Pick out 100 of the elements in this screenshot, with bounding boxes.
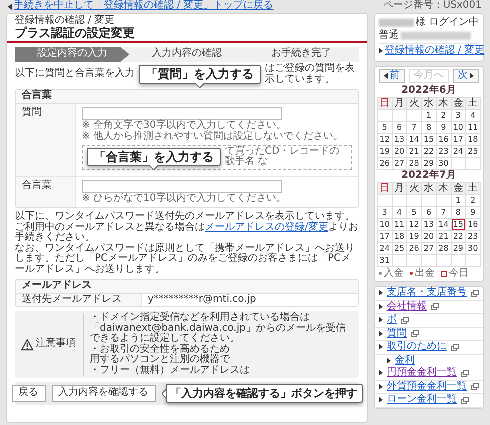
calendar-day[interactable]: 24: [452, 146, 466, 156]
month-title: 2022年7月: [400, 170, 458, 182]
confirm-button[interactable]: 入力内容を確認する: [52, 385, 156, 402]
previous-month-button[interactable]: 前: [379, 68, 405, 82]
sidebar-link[interactable]: 円預金金利一覧: [387, 368, 469, 378]
calendar-day[interactable]: 30: [436, 158, 451, 168]
right-arrow-icon: [470, 72, 474, 78]
triangle-icon: [379, 344, 383, 350]
sidebar-link[interactable]: 金利: [395, 356, 415, 366]
triangle-icon: [379, 48, 383, 54]
calendar-day[interactable]: 1: [452, 194, 466, 206]
calendar-day[interactable]: 17: [452, 134, 466, 144]
calendar-day[interactable]: 26: [378, 158, 392, 168]
calendar-day[interactable]: 22: [422, 146, 436, 156]
calendar-day[interactable]: 20: [392, 146, 406, 156]
weekday-header: 木: [436, 182, 451, 194]
weekday-header: 火: [407, 98, 422, 108]
calendar-day[interactable]: 19: [378, 146, 392, 156]
calendar-day[interactable]: 28: [407, 158, 422, 168]
sidebar-link[interactable]: 会社情報: [387, 302, 439, 312]
calendar-day[interactable]: 21: [407, 146, 422, 156]
calendar-day[interactable]: 5: [378, 122, 392, 132]
weekday-header: 木: [436, 98, 451, 108]
calendar-day[interactable]: 24: [378, 242, 392, 254]
calendar-day[interactable]: 4: [392, 206, 406, 218]
calendar-day[interactable]: 15: [452, 218, 466, 230]
calendar-day[interactable]: 11: [392, 218, 406, 230]
calendar-day[interactable]: 10: [378, 218, 392, 230]
calendar-day[interactable]: 3: [452, 110, 466, 120]
calendar-day[interactable]: 6: [422, 206, 436, 218]
triangle-icon: [8, 4, 12, 10]
triangle-icon: [379, 384, 383, 390]
callout: 「入力内容を確認する」ボタンを押す: [166, 384, 362, 404]
calendar-day[interactable]: 16: [436, 134, 451, 144]
calendar-day[interactable]: 25: [392, 242, 406, 254]
calendar-day[interactable]: 14: [436, 218, 451, 230]
calendar-day[interactable]: 23: [466, 230, 480, 242]
text-input-field[interactable]: [82, 180, 282, 193]
calendar-day[interactable]: 8: [452, 206, 466, 218]
calendar-day[interactable]: 18: [392, 230, 406, 242]
calendar-day[interactable]: 16: [466, 218, 480, 230]
step-indicator: 設定内容の入力: [15, 47, 130, 62]
text-input-field[interactable]: [82, 106, 282, 120]
calendar-day[interactable]: 29: [422, 158, 436, 168]
calendar-day[interactable]: 7: [407, 122, 422, 132]
calendar-day[interactable]: 13: [392, 134, 406, 144]
sidebar-link[interactable]: 支店名・支店番号: [387, 288, 479, 298]
calendar-day[interactable]: 19: [407, 230, 422, 242]
calendar-day[interactable]: 18: [466, 134, 480, 144]
calendar-day[interactable]: 12: [407, 218, 422, 230]
calendar-day[interactable]: 14: [407, 134, 422, 144]
calendar-day[interactable]: 8: [422, 122, 436, 132]
step-indicator: お手続き完了: [270, 47, 333, 62]
calendar-day[interactable]: 7: [436, 206, 451, 218]
calendar-day[interactable]: 6: [392, 122, 406, 132]
calendar-day[interactable]: 11: [466, 122, 480, 132]
weekday-header: 月: [392, 98, 406, 108]
email-note-paragraph: なお、ワンタイムパスワードは原則として「携帯メールアドレス」へお送りします。ただし「PCメールアドレス」のみをご登録のお客さまには「PCメールアドレス」へお送りします。: [15, 244, 356, 276]
calendar-day[interactable]: 5: [407, 206, 422, 218]
sidebar-link[interactable]: ローン金利一覧: [387, 395, 469, 406]
calendar-day[interactable]: 12: [378, 134, 392, 144]
calendar-day[interactable]: 30: [466, 242, 480, 254]
calendar-day[interactable]: 13: [422, 218, 436, 230]
back-link[interactable]: 手続きを中止して「登録情報の確認 / 変更」トップに戻る: [14, 1, 274, 12]
calendar-day[interactable]: 2: [466, 194, 480, 206]
calendar-day[interactable]: 2: [436, 110, 451, 120]
calendar-day[interactable]: 17: [378, 230, 392, 242]
login-status: 様 ログイン中: [416, 18, 479, 28]
calendar-day[interactable]: 26: [407, 242, 422, 254]
calendar-day[interactable]: 31: [378, 254, 392, 266]
calendar-day[interactable]: 1: [422, 110, 436, 120]
calendar-day[interactable]: 9: [436, 122, 451, 132]
calendar-day[interactable]: 20: [422, 230, 436, 242]
calendar-day[interactable]: 23: [436, 146, 451, 156]
weekday-header: 水: [422, 182, 436, 194]
back-button[interactable]: 戻る: [12, 385, 46, 402]
triangle-icon: [379, 330, 383, 337]
calendar-day[interactable]: 10: [452, 122, 466, 132]
sidebar-link[interactable]: 取引のために: [387, 342, 459, 352]
calendar-day[interactable]: 21: [436, 230, 451, 242]
calendar-day[interactable]: 9: [466, 206, 480, 218]
weekday-header: 水: [422, 98, 436, 108]
sidebar-link[interactable]: ポ: [387, 315, 409, 326]
calendar-day[interactable]: 3: [378, 206, 392, 218]
caution-heading: 注意事項: [36, 339, 76, 350]
sidebar-link[interactable]: 外貨預金金利一覧: [387, 382, 479, 392]
calendar-day[interactable]: 25: [466, 146, 480, 156]
calendar-day[interactable]: 15: [422, 134, 436, 144]
calendar-day[interactable]: 27: [422, 242, 436, 254]
calendar-day[interactable]: 4: [466, 110, 480, 120]
email-settings-link[interactable]: メールアドレスの登録/変更: [205, 222, 328, 233]
calendar-day[interactable]: 28: [436, 242, 451, 254]
calendar-day[interactable]: 22: [452, 230, 466, 242]
sidebar-link[interactable]: 登録情報の確認 / 変更: [385, 46, 485, 56]
calendar-day[interactable]: 29: [452, 242, 466, 254]
caution-text: ・フリー（無料）メールアドレスは: [90, 366, 251, 376]
next-month-button[interactable]: 次: [453, 68, 479, 82]
calendar-day[interactable]: 27: [392, 158, 406, 168]
sidebar-link[interactable]: 質問: [387, 328, 419, 339]
triangle-icon: [379, 397, 383, 404]
